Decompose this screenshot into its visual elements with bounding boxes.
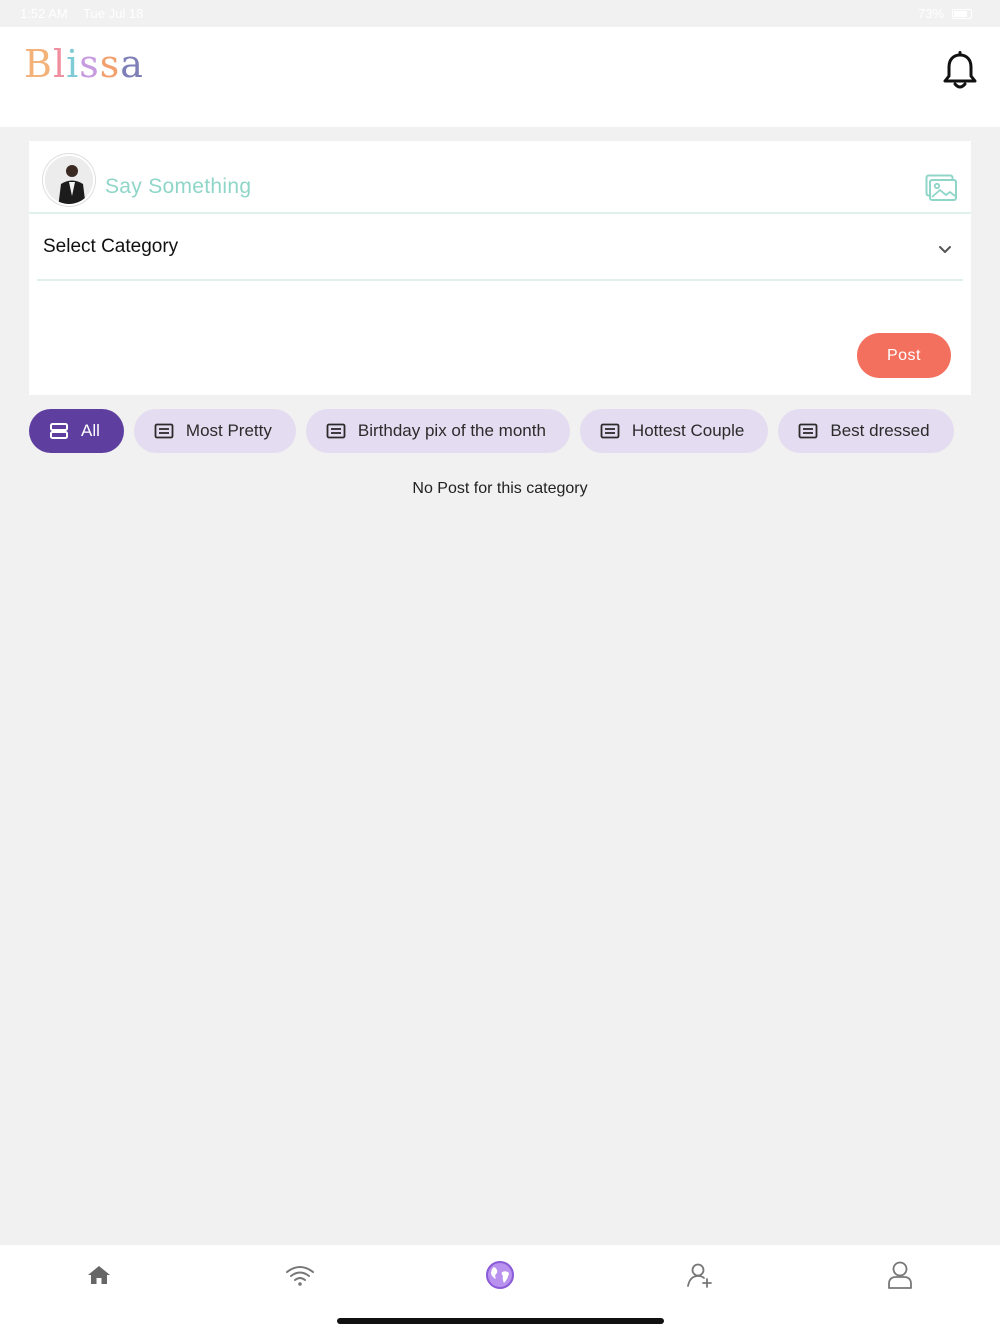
avatar[interactable] bbox=[43, 154, 95, 206]
home-indicator[interactable] bbox=[337, 1318, 664, 1324]
status-date: Tue Jul 18 bbox=[83, 6, 144, 21]
category-chip-most-pretty[interactable]: Most Pretty bbox=[133, 409, 296, 453]
category-chip-label: Most Pretty bbox=[185, 421, 272, 440]
battery-icon bbox=[952, 8, 972, 19]
say-something-input[interactable]: Say Something bbox=[105, 175, 251, 199]
select-category-dropdown[interactable]: Select Category bbox=[43, 236, 178, 258]
empty-state-message: No Post for this category bbox=[412, 480, 588, 497]
divider bbox=[29, 212, 971, 214]
wifi-icon bbox=[285, 1263, 315, 1292]
category-chip-best-dressed[interactable]: Best dressed bbox=[778, 409, 954, 453]
add-user-icon bbox=[685, 1261, 715, 1294]
category-filter-bar: All Most Pretty Birthday pix of the mont… bbox=[29, 409, 1000, 453]
status-bar: 1:52 AM Tue Jul 18 73% bbox=[0, 0, 1000, 27]
list-card-icon bbox=[798, 423, 818, 439]
category-chip-label: Best dressed bbox=[830, 421, 930, 440]
battery-percent: 73% bbox=[917, 6, 944, 21]
home-icon bbox=[86, 1263, 112, 1292]
app-logo: Blissa bbox=[24, 42, 144, 86]
divider bbox=[37, 279, 963, 281]
tab-explore[interactable] bbox=[480, 1257, 520, 1297]
tab-feed[interactable] bbox=[280, 1257, 320, 1297]
post-button[interactable]: Post bbox=[857, 333, 951, 378]
tab-home[interactable] bbox=[79, 1257, 119, 1297]
post-composer: Say Something Select Category Post bbox=[29, 141, 971, 395]
status-time: 1:52 AM bbox=[20, 6, 68, 21]
user-icon bbox=[886, 1260, 914, 1295]
chevron-down-icon[interactable] bbox=[937, 241, 953, 257]
tab-add-friend[interactable] bbox=[680, 1257, 720, 1297]
category-chip-birthday[interactable]: Birthday pix of the month bbox=[305, 409, 570, 453]
list-card-icon bbox=[154, 423, 174, 439]
category-chip-all[interactable]: All bbox=[29, 409, 124, 453]
image-icon[interactable] bbox=[925, 174, 957, 202]
category-chip-label: Hottest Couple bbox=[631, 421, 745, 440]
app-header: Blissa bbox=[0, 27, 1000, 127]
category-chip-label: All bbox=[81, 421, 100, 440]
bell-icon[interactable] bbox=[942, 51, 978, 91]
category-chip-hottest-couple[interactable]: Hottest Couple bbox=[579, 409, 769, 453]
stack-icon bbox=[49, 423, 69, 439]
category-chip-label: Birthday pix of the month bbox=[357, 421, 546, 440]
tab-profile[interactable] bbox=[880, 1257, 920, 1297]
list-card-icon bbox=[326, 423, 346, 439]
list-card-icon bbox=[600, 423, 620, 439]
globe-icon bbox=[485, 1260, 515, 1295]
